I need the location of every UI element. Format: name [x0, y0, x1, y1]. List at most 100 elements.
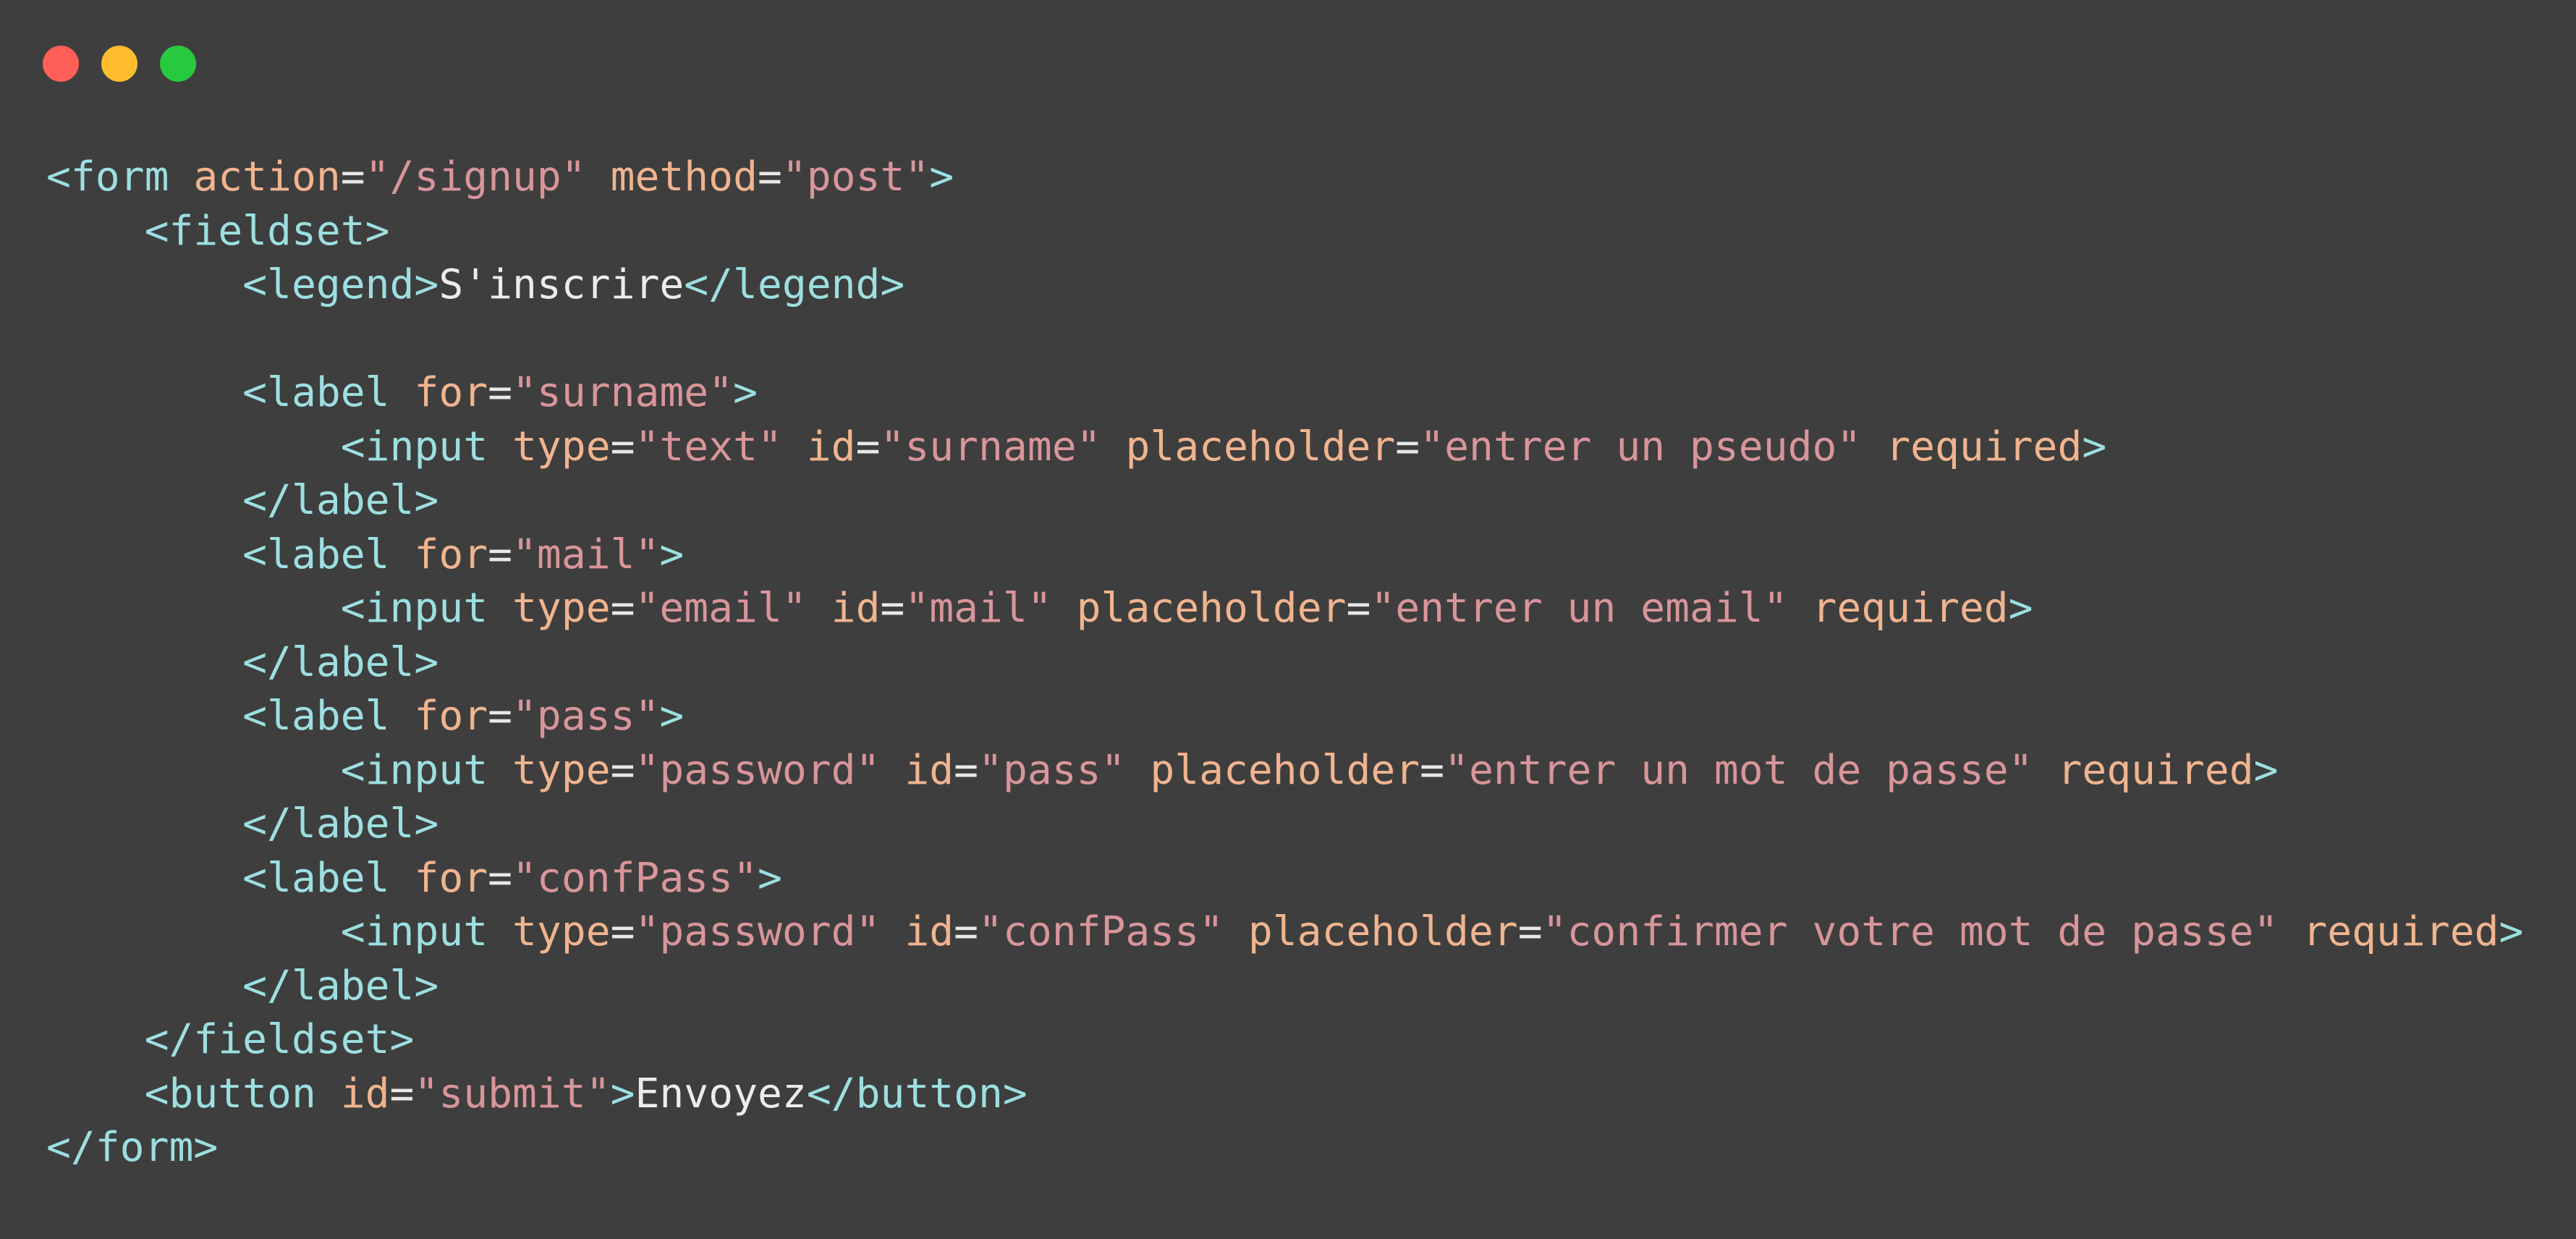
code-tag: >: [659, 530, 685, 578]
code-attribute: required: [1886, 423, 2083, 470]
code-equals: =: [389, 1070, 415, 1117]
code-attribute: for: [414, 854, 488, 902]
code-line: <input type="text" id="surname" placehol…: [46, 420, 2523, 475]
code-string: "confPass": [512, 854, 758, 902]
code-attribute: id: [831, 585, 881, 632]
code-line: <input type="email" id="mail" placeholde…: [46, 582, 2523, 636]
code-string: "entrer un mot de passe": [1444, 746, 2033, 794]
code-tag: </label>: [242, 477, 439, 524]
code-string: "password": [635, 908, 881, 955]
code-line: </label>: [46, 960, 2523, 1014]
code-tag: >: [2253, 746, 2279, 794]
code-tag: </legend>: [684, 261, 905, 308]
code-line: <label for="mail">: [46, 528, 2523, 583]
code-tag: >: [757, 854, 782, 902]
code-tag: <input: [340, 746, 488, 794]
code-tag: <label: [242, 369, 390, 416]
code-tag: <input: [340, 908, 488, 955]
code-line: <input type="password" id="pass" placeho…: [46, 744, 2523, 798]
code-equals: =: [954, 908, 979, 955]
code-tag: <legend>: [242, 261, 439, 308]
code-line: </label>: [46, 474, 2523, 528]
code-attribute: for: [414, 369, 488, 416]
code-attribute: type: [512, 585, 611, 632]
code-tag: </button>: [806, 1070, 1028, 1117]
code-tag: </label>: [242, 800, 439, 847]
code-equals: =: [1517, 908, 1543, 955]
code-string: "entrer un pseudo": [1420, 423, 1862, 470]
code-line: </fieldset>: [46, 1013, 2523, 1067]
code-attribute: method: [610, 153, 758, 200]
code-attribute: id: [904, 908, 954, 955]
minimize-icon[interactable]: [101, 46, 137, 82]
close-icon[interactable]: [43, 46, 79, 82]
code-string: "confirmer votre mot de passe": [1542, 908, 2279, 955]
code-attribute: action: [193, 153, 341, 200]
code-attribute: placeholder: [1125, 423, 1396, 470]
code-attribute: for: [414, 693, 488, 740]
code-equals: =: [954, 746, 979, 794]
code-string: "mail": [904, 585, 1052, 632]
code-line: </label>: [46, 636, 2523, 690]
code-equals: =: [1420, 746, 1445, 794]
code-attribute: id: [806, 423, 856, 470]
code-attribute: type: [512, 908, 611, 955]
code-attribute: for: [414, 530, 488, 578]
code-tag: >: [2499, 908, 2524, 955]
code-tag: >: [2082, 423, 2107, 470]
code-line: <legend>S'inscrire</legend>: [46, 258, 2523, 313]
code-line: <label for="surname">: [46, 366, 2523, 420]
code-attribute: id: [340, 1070, 390, 1117]
maximize-icon[interactable]: [160, 46, 196, 82]
code-equals: =: [610, 585, 635, 632]
code-line: <button id="submit">Envoyez</button>: [46, 1067, 2523, 1122]
code-equals: =: [880, 585, 905, 632]
code-equals: =: [488, 530, 513, 578]
code-text: S'inscrire: [438, 261, 685, 308]
code-string: "pass": [512, 693, 660, 740]
code-tag: <label: [242, 530, 390, 578]
code-tag: >: [2008, 585, 2033, 632]
code-line: <form action="/signup" method="post">: [46, 151, 2523, 205]
code-attribute: type: [512, 423, 611, 470]
code-attribute: required: [1812, 585, 2009, 632]
code-attribute: placeholder: [1247, 908, 1518, 955]
window-controls: [43, 46, 196, 82]
code-line: <label for="pass">: [46, 690, 2523, 744]
code-tag: >: [929, 153, 954, 200]
code-equals: =: [610, 908, 635, 955]
code-line: </label>: [46, 798, 2523, 852]
code-attribute: type: [512, 746, 611, 794]
code-equals: =: [1346, 585, 1371, 632]
code-tag: >: [610, 1070, 635, 1117]
code-tag: <fieldset>: [144, 207, 390, 255]
code-attribute: id: [904, 746, 954, 794]
